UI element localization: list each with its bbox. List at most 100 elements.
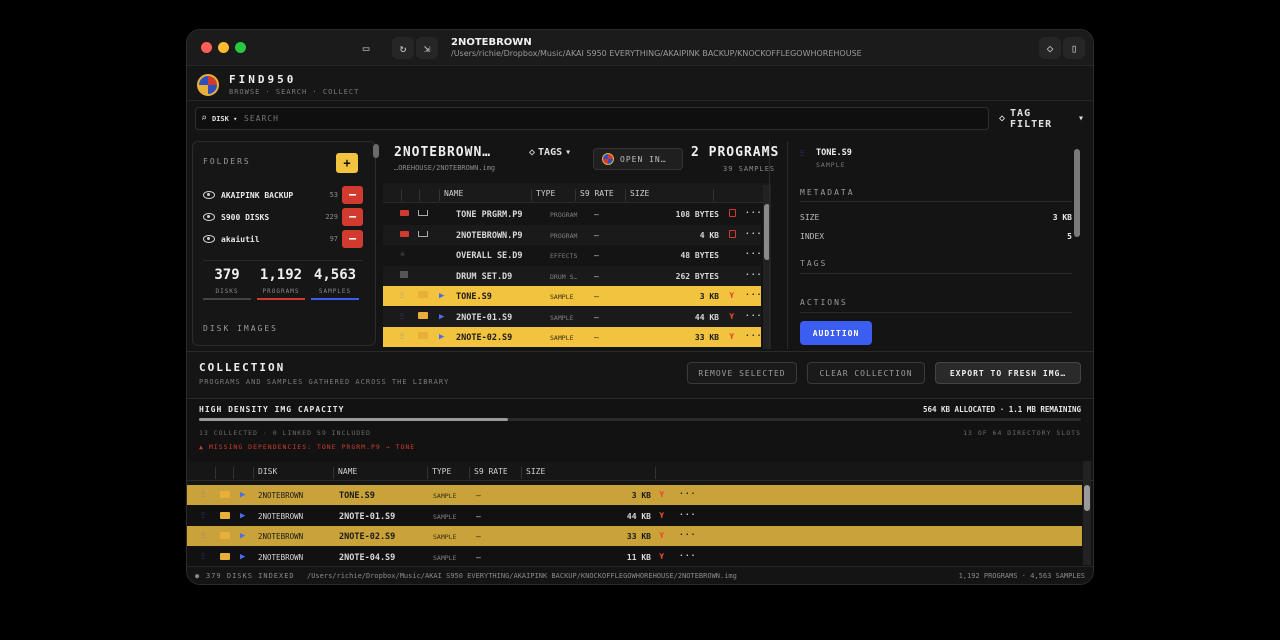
collection-table-row[interactable]: ⫶⫶ ▶ 2NOTEBROWN 2NOTE-04.S9 SAMPLE — 11 KB ⋎ ··· [187,546,1082,567]
waveform-icon: ⫶⫶ [201,490,205,499]
folder-icon[interactable] [418,291,428,298]
export-button[interactable]: EXPORT TO FRESH IMG… [935,362,1081,384]
play-icon[interactable]: ▶ [439,312,444,322]
stat-label: DISKS [215,288,239,295]
row-size: 3 KB [631,491,651,500]
disk-table-row[interactable]: ⫶⫶ ▶ TONE.S9 SAMPLE — 3 KB ⋎ ··· [383,286,761,306]
more-icon[interactable]: ··· [745,270,762,279]
remove-selected-button[interactable]: REMOVE SELECTED [687,362,797,384]
audition-button[interactable]: AUDITION [800,321,872,345]
tray-icon[interactable] [418,230,428,237]
more-icon[interactable]: ··· [745,229,762,238]
row-name: TONE.S9 [456,292,492,302]
folder-icon[interactable] [418,311,428,319]
disk-contents-panel: 2NOTEBROWN… …OREHOUSE/2NOTEBROWN.img ◇ T… [383,141,785,349]
folder-item[interactable]: AKAIPINK BACKUP 53 − [203,186,363,204]
search-scope-select[interactable]: DISK ▾ [212,115,237,123]
folder-item[interactable]: akaiutil 97 − [203,230,363,248]
column-header-disk[interactable]: DISK [253,467,331,479]
folder-item[interactable]: S900 DISKS 229 − [203,208,363,226]
column-header-rate[interactable]: S9 RATE [469,467,521,479]
chevron-down-icon: ▾ [1077,113,1085,124]
more-icon[interactable]: ··· [745,311,762,320]
clear-collection-button[interactable]: CLEAR COLLECTION [807,362,925,384]
more-icon[interactable]: ··· [745,249,762,258]
disk-table-row[interactable]: 2NOTEBROWN.P9 PROGRAM — 4 KB ··· [383,224,762,245]
folder-icon[interactable] [220,552,230,560]
tag-icon[interactable]: ◇ [1039,37,1061,59]
zoom-window-button[interactable] [235,42,246,53]
fork-icon[interactable]: ⋎ [729,312,734,322]
eye-icon[interactable] [203,191,215,199]
tag-filter-button[interactable]: ◇ TAG FILTER ▾ [999,107,1085,130]
play-icon[interactable]: ▶ [240,552,245,562]
folders-scrollbar[interactable] [373,144,379,158]
lock-icon[interactable] [729,209,736,217]
lock-icon[interactable] [729,229,736,238]
row-name: TONE PRGRM.P9 [456,210,523,220]
more-icon[interactable]: ··· [745,208,762,217]
minimize-window-button[interactable] [218,42,229,53]
fork-icon[interactable]: ⋎ [659,490,664,500]
reveal-folder-icon[interactable]: ⇲ [416,37,438,59]
play-icon[interactable]: ▶ [240,490,245,500]
remove-folder-button[interactable]: − [342,186,363,204]
collection-scrollbar[interactable] [1084,485,1090,511]
tray-icon[interactable] [418,210,428,216]
stat-value: 4,563 [313,267,357,283]
disk-table-row[interactable]: TONE PRGRM.P9 PROGRAM — 108 BYTES ··· [383,204,761,224]
more-icon[interactable]: ··· [745,331,762,340]
column-header-size[interactable]: SIZE [521,467,655,479]
disk-table-row[interactable]: ⫶⫶ ▶ 2NOTE-01.S9 SAMPLE — 44 KB ⋎ ··· [383,306,762,327]
fork-icon[interactable]: ⋎ [659,552,664,562]
remove-folder-button[interactable]: − [342,208,363,226]
folder-icon[interactable] [220,511,230,519]
column-header-name[interactable]: NAME [333,467,425,479]
remove-folder-button[interactable]: − [342,230,363,248]
column-header-rate[interactable]: S9 RATE [575,189,625,201]
add-folder-button[interactable]: + [336,153,358,173]
more-icon[interactable]: ··· [679,530,696,539]
folder-icon[interactable] [220,532,230,539]
tags-button[interactable]: ◇ TAGS ▾ [529,147,571,158]
eye-icon[interactable] [203,235,215,243]
tags-label: TAGS [538,147,563,158]
open-in-button[interactable]: OPEN IN… [593,148,683,170]
folder-name: akaiutil [221,234,260,244]
eye-icon[interactable] [203,213,215,221]
disk-table-row[interactable]: DRUM SET.D9 DRUM S… — 262 BYTES ··· [383,265,762,286]
more-icon[interactable]: ··· [679,551,696,560]
collection-table-row[interactable]: ⫶⫶ ▶ 2NOTEBROWN TONE.S9 SAMPLE — 3 KB ⋎ ··· [187,485,1082,505]
close-window-button[interactable] [201,42,212,53]
column-header-size[interactable]: SIZE [625,189,715,201]
disk-table-row[interactable]: ☼ OVERALL SE.D9 EFFECTS — 48 BYTES ··· [383,245,761,265]
refresh-icon[interactable]: ↻ [392,37,414,59]
fork-icon[interactable]: ⋎ [729,332,734,342]
search-input[interactable] [244,110,974,127]
inspector-scrollbar[interactable] [1074,149,1080,237]
missing-dependencies-warning: ▲ MISSING DEPENDENCIES: TONE PRGRM.P9 → … [199,443,415,451]
fork-icon[interactable]: ⋎ [659,531,664,541]
fork-icon[interactable]: ⋎ [729,291,734,301]
collection-table-row[interactable]: ⫶⫶ ▶ 2NOTEBROWN 2NOTE-01.S9 SAMPLE — 44 KB ⋎ ··· [187,505,1082,526]
play-icon[interactable]: ▶ [439,332,444,342]
play-icon[interactable]: ▶ [240,531,245,541]
folder-icon[interactable] [418,332,428,339]
metadata-key: INDEX [800,232,825,241]
fork-icon[interactable]: ⋎ [659,511,664,521]
column-header-name[interactable]: NAME [439,189,529,201]
folder-icon[interactable] [220,491,230,498]
inspector-toggle-icon[interactable]: ▯ [1063,37,1085,59]
disk-table-row[interactable]: ⫶⫶ ▶ 2NOTE-02.S9 SAMPLE — 33 KB ⋎ ··· [383,327,761,347]
play-icon[interactable]: ▶ [240,511,245,521]
more-icon[interactable]: ··· [679,510,696,519]
more-icon[interactable]: ··· [745,290,762,299]
play-icon[interactable]: ▶ [439,291,444,301]
row-disk: 2NOTEBROWN [258,491,304,500]
metadata-size: SIZE 3 KB [800,213,1072,222]
more-icon[interactable]: ··· [679,489,696,498]
collection-table-row[interactable]: ⫶⫶ ▶ 2NOTEBROWN 2NOTE-02.S9 SAMPLE — 33 KB ⋎ ··· [187,526,1082,546]
column-header-type[interactable]: TYPE [531,189,573,201]
sidebar-toggle-icon[interactable]: ▭ [355,37,377,59]
column-header-type[interactable]: TYPE [427,467,469,479]
